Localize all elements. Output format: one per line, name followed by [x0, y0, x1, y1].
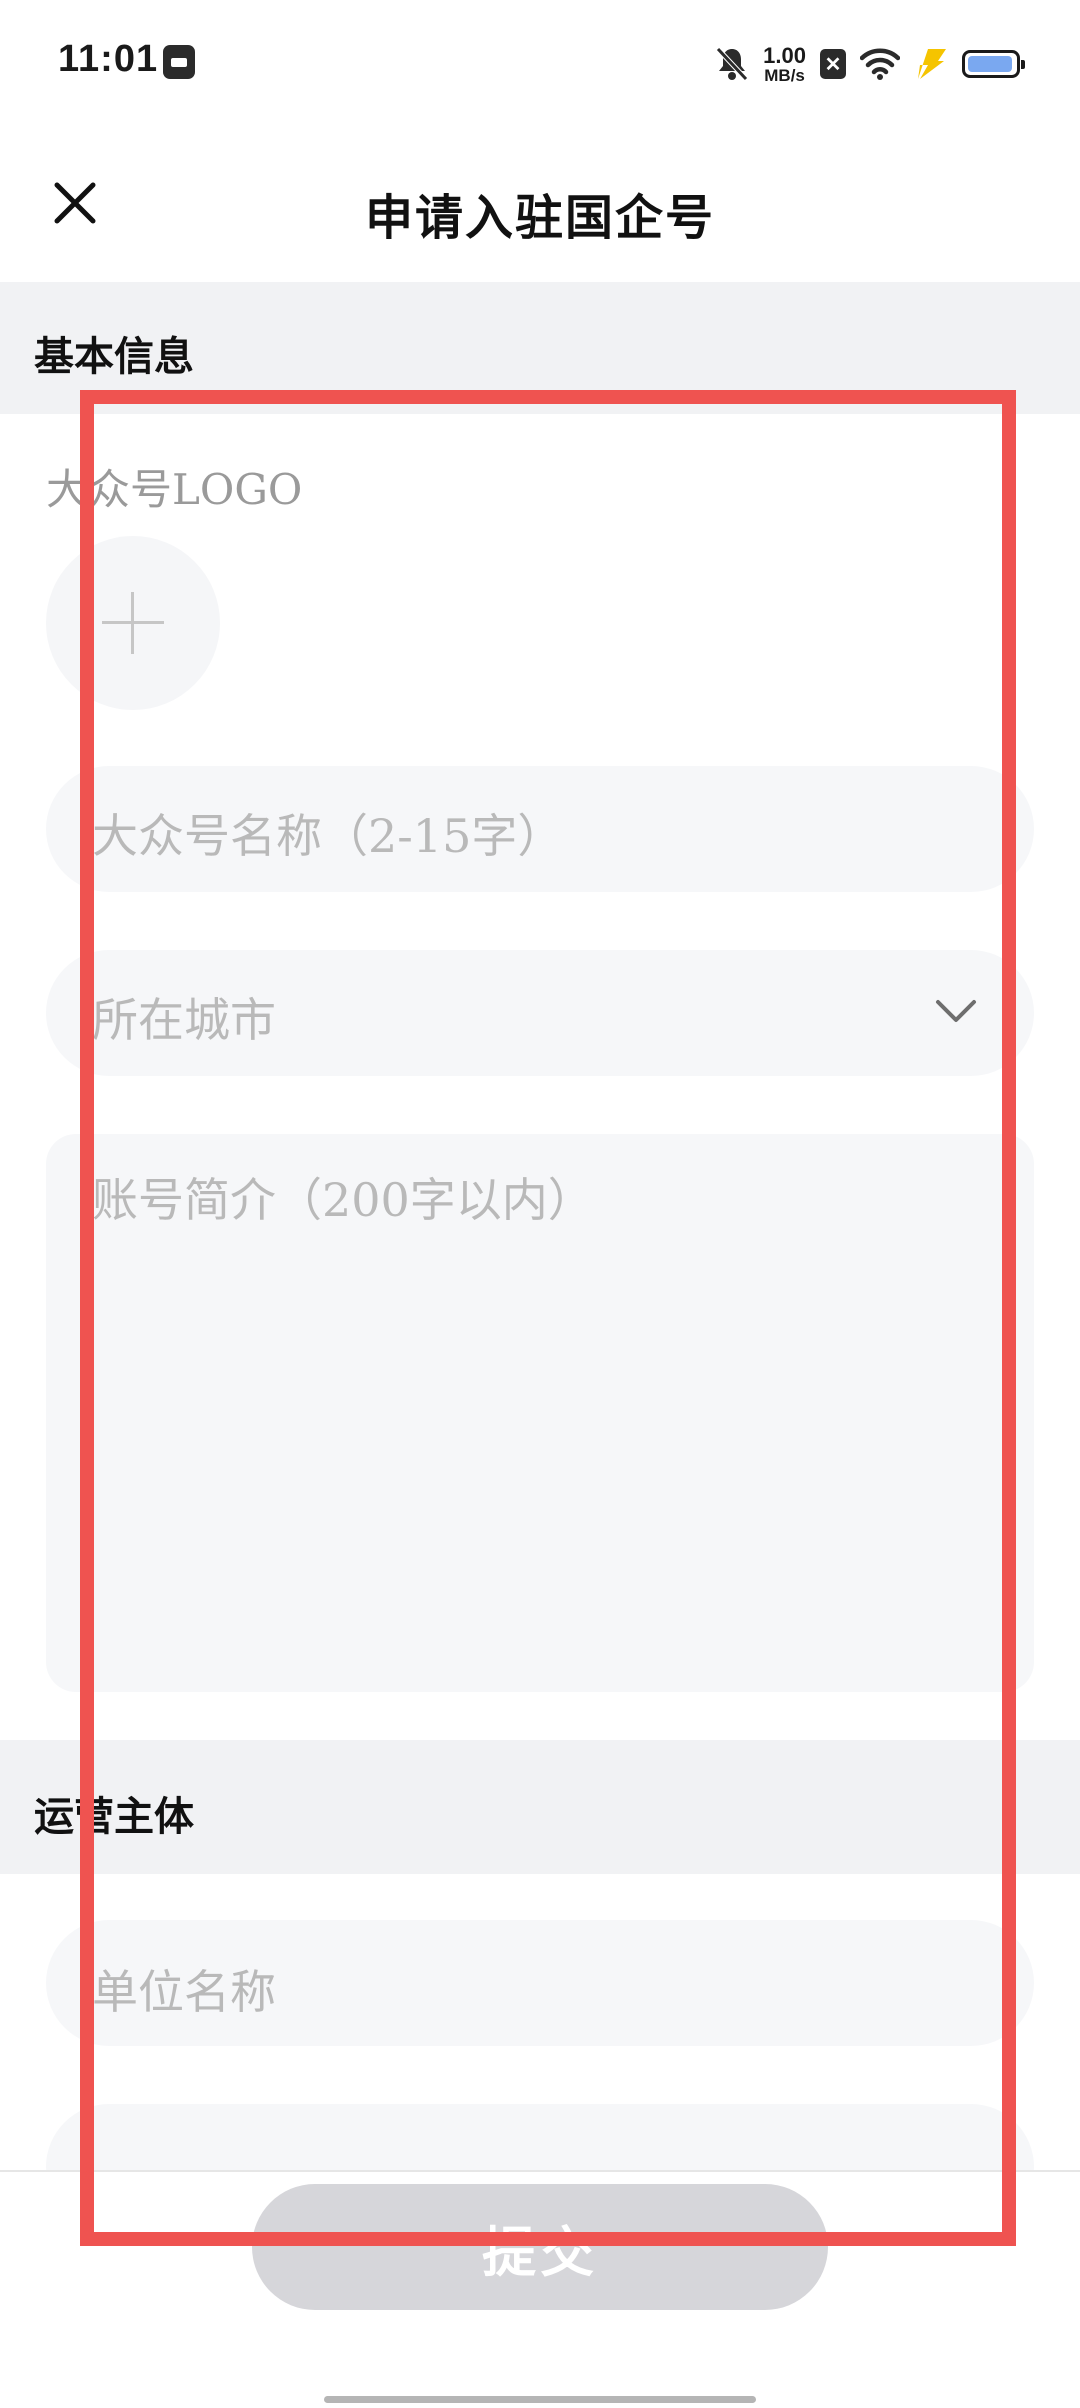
- account-intro-textarea[interactable]: 账号简介（200字以内）: [46, 1134, 1034, 1692]
- account-name-placeholder: 大众号名称（2-15字）: [92, 809, 564, 863]
- nav-header: 申请入驻国企号: [0, 128, 1080, 282]
- city-placeholder: 所在城市: [92, 993, 276, 1047]
- network-speed-unit: MB/s: [764, 65, 805, 85]
- section-basic-info: 基本信息: [0, 282, 1080, 414]
- battery-icon: [962, 50, 1025, 78]
- charging-icon: [918, 49, 946, 79]
- logo-label: 大众号LOGO: [46, 465, 303, 514]
- section-operator-title: 运营主体: [34, 1793, 194, 1840]
- sim-no-signal-icon: ✕: [820, 49, 846, 79]
- account-intro-placeholder: 账号简介（200字以内）: [92, 1173, 594, 1227]
- network-speed: 1.00 MB/s: [763, 42, 806, 85]
- status-bar: 11:01 1.00 MB/s ✕: [0, 0, 1080, 128]
- mute-bell-icon: [716, 47, 748, 81]
- organization-name-input[interactable]: 单位名称: [46, 1920, 1034, 2046]
- section-operator: 运营主体: [0, 1740, 1080, 1874]
- chevron-down-icon: [936, 1000, 976, 1022]
- wifi-icon: [860, 48, 900, 80]
- status-time: 11:01: [58, 38, 159, 80]
- account-name-input[interactable]: 大众号名称（2-15字）: [46, 766, 1034, 892]
- submit-button[interactable]: 提交: [252, 2184, 828, 2310]
- bottom-divider: [0, 2170, 1080, 2172]
- status-icons: 1.00 MB/s ✕: [715, 40, 1025, 88]
- network-speed-value: 1.00: [763, 42, 806, 68]
- home-indicator[interactable]: [324, 2396, 756, 2403]
- organization-name-placeholder: 单位名称: [92, 1965, 276, 2019]
- page-title: 申请入驻国企号: [364, 190, 715, 246]
- section-basic-info-title: 基本信息: [34, 333, 194, 380]
- notification-app-icon: [163, 45, 195, 79]
- battery-level: [968, 56, 1012, 72]
- logo-upload-button[interactable]: [46, 536, 220, 710]
- city-select[interactable]: 所在城市: [46, 950, 1034, 1076]
- apply-page: 11:01 1.00 MB/s ✕ 申请入驻国企号 基本信息 大众号LOGO 大…: [0, 0, 1080, 2408]
